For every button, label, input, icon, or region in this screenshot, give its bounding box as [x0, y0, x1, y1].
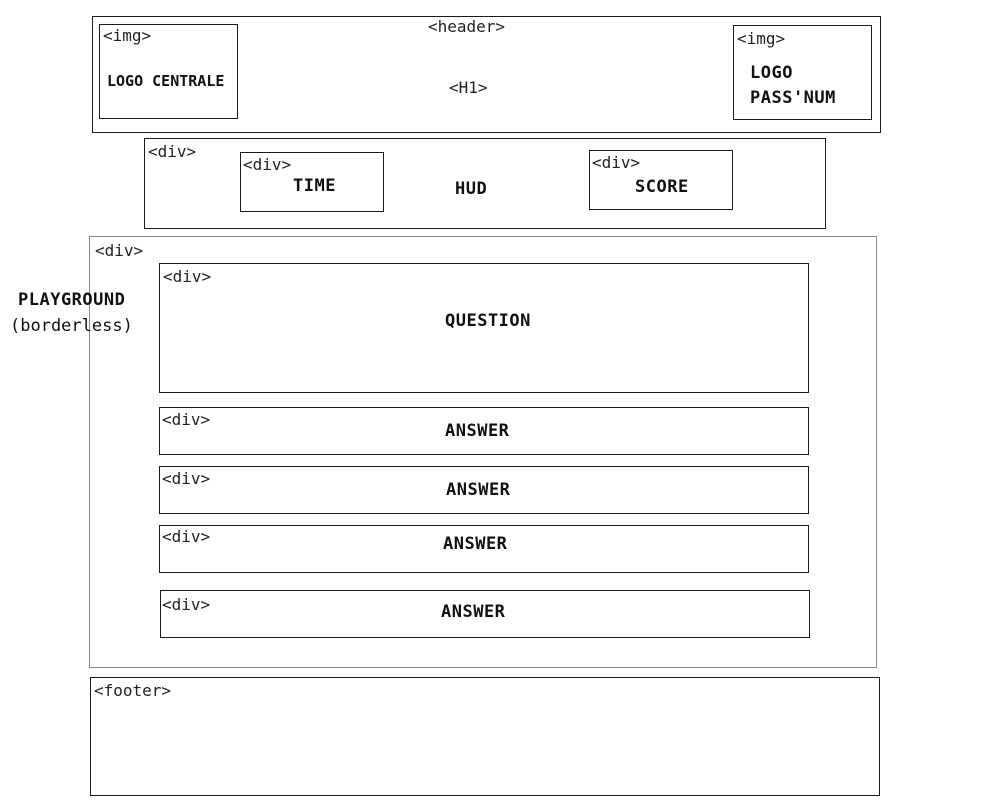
answer-box-2[interactable]: <div> ANSWER [159, 466, 809, 514]
score-div-tag: <div> [592, 153, 641, 172]
time-box: <div> TIME [240, 152, 384, 212]
footer-box: <footer> [90, 677, 880, 796]
question-box: <div> QUESTION [159, 263, 809, 393]
question-div-tag: <div> [163, 267, 212, 286]
playground-label: PLAYGROUND [18, 290, 126, 310]
answer-3-label: ANSWER [443, 534, 508, 554]
answer-1-div-tag: <div> [162, 410, 211, 429]
answer-2-label: ANSWER [446, 480, 511, 500]
score-label: SCORE [635, 177, 689, 197]
answer-1-label: ANSWER [445, 421, 510, 441]
answer-4-div-tag: <div> [162, 595, 211, 614]
question-label: QUESTION [445, 311, 531, 331]
footer-tag: <footer> [94, 681, 172, 700]
hud-div-tag: <div> [148, 142, 197, 161]
logo-passnum-label-line1: LOGO [750, 63, 793, 83]
logo-centrale-img-tag: <img> [103, 26, 152, 45]
answer-4-label: ANSWER [441, 602, 506, 622]
playground-div-tag: <div> [95, 241, 144, 260]
logo-centrale-label: LOGO CENTRALE [107, 72, 225, 90]
time-label: TIME [293, 176, 336, 196]
answer-3-div-tag: <div> [162, 527, 211, 546]
answer-2-div-tag: <div> [162, 469, 211, 488]
answer-box-1[interactable]: <div> ANSWER [159, 407, 809, 455]
hud-label: HUD [455, 179, 488, 199]
answer-box-3[interactable]: <div> ANSWER [159, 525, 809, 573]
score-box: <div> SCORE [589, 150, 733, 210]
logo-passnum-box: <img> LOGO PASS'NUM [733, 25, 872, 120]
logo-passnum-label-line2: PASS'NUM [750, 88, 836, 108]
answer-box-4[interactable]: <div> ANSWER [160, 590, 810, 638]
time-div-tag: <div> [243, 155, 292, 174]
logo-passnum-img-tag: <img> [737, 29, 786, 48]
h1-tag: <H1> [449, 78, 488, 97]
playground-note: (borderless) [10, 316, 133, 336]
logo-centrale-box: <img> LOGO CENTRALE [99, 24, 238, 119]
header-tag: <header> [428, 17, 506, 36]
